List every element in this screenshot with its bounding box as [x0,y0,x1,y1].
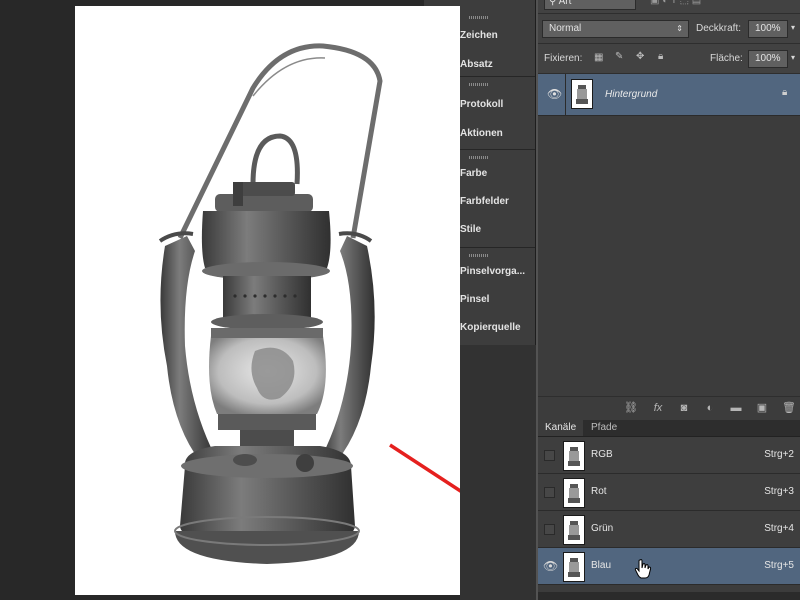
channel-shortcut: Strg+4 [764,523,794,534]
channel-row-gruen[interactable]: Grün Strg+4 [538,511,800,548]
channel-name: Blau [591,560,612,571]
new-layer-icon[interactable]: ▣ [756,402,768,414]
trash-icon[interactable]: 🗑︎ [782,402,796,414]
adjustment-icon[interactable]: ◐ [704,402,716,414]
dock-item-stile[interactable]: Stile [460,224,481,235]
opacity-label: Deckkraft: [696,23,742,34]
filter-icons[interactable]: ▣ ◐ T ⬚ ▤ [650,0,701,6]
layers-panel: ⚲ Art ▣ ◐ T ⬚ ▤ Normal ⇕ Deckkraft: 100%… [538,0,800,420]
lock-all-icon[interactable]: 🔒︎ [658,51,663,62]
channel-thumbnail [563,441,585,471]
channels-footer [538,592,800,600]
layer-row-hintergrund[interactable]: 👁︎ Hintergrund 🔒︎ [538,74,800,116]
grip-icon[interactable] [469,83,489,86]
grip-icon[interactable] [469,254,489,257]
grip-icon[interactable] [469,156,489,159]
dock-group-history: Protokoll Aktionen [460,76,535,150]
chevron-down-icon[interactable]: ▾ [791,53,795,62]
lock-position-icon[interactable]: ✥ [636,51,644,62]
channel-row-rgb[interactable]: RGB Strg+2 [538,437,800,474]
channel-thumbnail [563,478,585,508]
lantern-thumb-icon [568,521,580,540]
lantern-thumb-icon [576,85,588,104]
dock-empty-area [460,345,536,600]
channel-row-rot[interactable]: Rot Strg+3 [538,474,800,511]
filter-kind-value: Art [558,0,572,7]
channel-shortcut: Strg+5 [764,560,794,571]
folder-icon[interactable]: ▬ [730,402,742,414]
lock-bar: Fixieren: ▦ ✎ ✥ 🔒︎ Fläche: 100% ▾ [538,44,800,74]
visibility-eye-icon[interactable]: 👁︎ [547,87,562,101]
channels-tabbar: Kanäle Pfade [538,420,800,437]
channels-panel: Kanäle Pfade RGB Strg+2 Rot Strg+3 Grün … [538,420,800,600]
opacity-input[interactable]: 100% [748,20,788,38]
dock-item-farbfelder[interactable]: Farbfelder [460,196,509,207]
channel-name: Grün [591,523,614,534]
blend-bar: Normal ⇕ Deckkraft: 100% ▾ [538,14,800,44]
layer-thumbnail [571,79,593,109]
channel-row-blau[interactable]: 👁︎ Blau Strg+5 [538,548,800,585]
dock-item-farbe[interactable]: Farbe [460,168,487,179]
dock-item-absatz[interactable]: Absatz [460,59,493,70]
dock-item-aktionen[interactable]: Aktionen [460,128,503,139]
fx-icon[interactable]: fx [652,402,664,414]
dock-item-zeichen[interactable]: Zeichen [460,30,498,41]
channel-name: Rot [591,486,607,497]
layer-name[interactable]: Hintergrund [605,89,657,100]
dock-item-kopierquelle[interactable]: Kopierquelle [460,322,521,333]
link-icon[interactable]: ⛓ [624,402,638,414]
tab-kanaele[interactable]: Kanäle [538,420,584,436]
lock-transparency-icon[interactable]: ▦ [594,52,603,63]
fill-label: Fläche: [710,53,743,64]
channel-shortcut: Strg+2 [764,449,794,460]
updown-icon: ⇕ [676,24,683,33]
visibility-toggle[interactable] [544,487,555,498]
hand-cursor-icon [634,559,652,579]
layer-filter-bar: ⚲ Art ▣ ◐ T ⬚ ▤ [538,0,800,14]
chevron-down-icon[interactable]: ▾ [791,23,795,32]
dock-item-protokoll[interactable]: Protokoll [460,99,503,110]
grip-icon[interactable] [469,16,489,19]
channel-name: RGB [591,449,613,460]
dock-group-type: Zeichen Absatz [460,10,535,76]
blend-mode-value: Normal [549,23,582,34]
lantern-thumb-icon [568,484,580,503]
lock-icon: 🔒︎ [782,87,788,98]
dock-item-pinsel[interactable]: Pinsel [460,294,489,305]
dock-item-pinselvorgaben[interactable]: Pinselvorga... [460,266,525,277]
channel-thumbnail [563,552,585,582]
row-divider [565,74,566,115]
channel-thumbnail [563,515,585,545]
lantern-thumb-icon [568,447,580,466]
visibility-toggle[interactable] [544,524,555,535]
tab-pfade[interactable]: Pfade [584,420,624,436]
lantern-thumb-icon [568,558,580,577]
visibility-eye-icon[interactable]: 👁︎ [543,559,558,573]
layers-footer: ⛓ fx ◙ ◐ ▬ ▣ 🗑︎ [538,396,800,421]
fill-input[interactable]: 100% [748,50,788,68]
dock-group-brush: Pinselvorga... Pinsel Kopierquelle [460,247,535,347]
lock-pixels-icon[interactable]: ✎ [615,51,623,62]
channel-shortcut: Strg+3 [764,486,794,497]
filter-kind-select[interactable]: ⚲ Art [544,0,636,10]
lock-label: Fixieren: [544,53,583,64]
blend-mode-select[interactable]: Normal ⇕ [542,20,689,38]
dock-group-color: Farbe Farbfelder Stile [460,149,535,248]
mask-icon[interactable]: ◙ [678,402,690,414]
visibility-toggle[interactable] [544,450,555,461]
search-icon: ⚲ [549,0,559,7]
